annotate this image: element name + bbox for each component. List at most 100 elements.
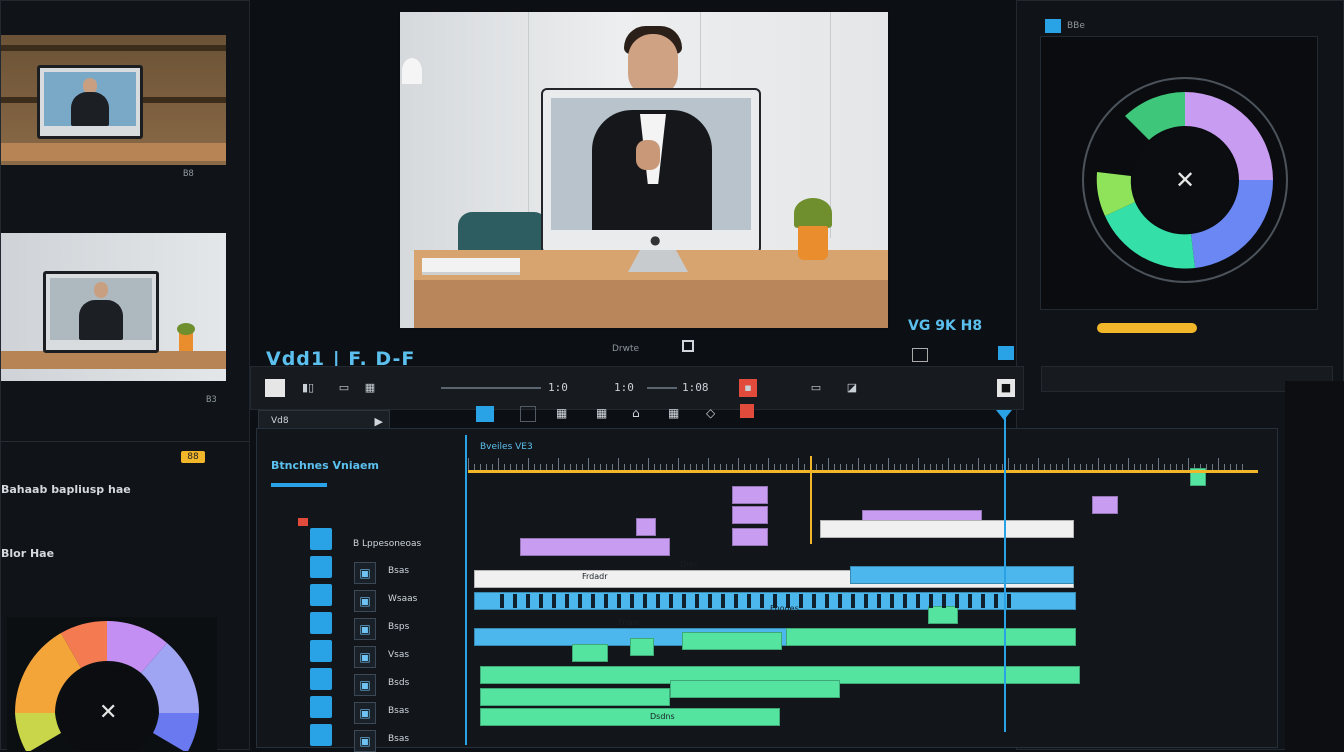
timeline-clip[interactable] bbox=[670, 680, 840, 698]
person-head bbox=[628, 34, 678, 96]
ruler-tick bbox=[1188, 458, 1189, 470]
timeline-ruler[interactable]: Bveiles VE3 bbox=[468, 440, 1258, 471]
timeline-clip[interactable] bbox=[480, 688, 670, 706]
plant-pot bbox=[798, 226, 828, 260]
timeline-clip[interactable] bbox=[732, 506, 768, 524]
transport-toolbar: ▮▯ ▭ ▦ 1:0 1:0 1:08 ▪ ▭ ◪ ■ bbox=[250, 366, 1024, 410]
timeline-clip[interactable] bbox=[732, 528, 768, 546]
track-icon[interactable]: ▣ bbox=[354, 674, 376, 696]
ruler-tick bbox=[588, 458, 589, 470]
toolbar-icon[interactable] bbox=[998, 346, 1014, 360]
left-row-label: Bahaab bapliusp hae bbox=[1, 483, 131, 496]
toolbar-button[interactable]: ▭ bbox=[807, 379, 825, 397]
toolbar-button[interactable]: ◪ bbox=[843, 379, 861, 397]
ruler-tick bbox=[948, 458, 949, 470]
toolbar-toggle-button[interactable] bbox=[265, 379, 285, 397]
toolbar-icon[interactable]: ⌂ bbox=[632, 406, 640, 420]
scrub-slider[interactable] bbox=[441, 387, 541, 389]
timeline-panel-title: Btnchnes Vniaem bbox=[271, 459, 379, 472]
clip-frame-marker bbox=[851, 594, 855, 608]
timeline-clip[interactable] bbox=[786, 628, 1076, 646]
timeline-clip[interactable] bbox=[928, 606, 958, 624]
track-icon[interactable]: ▣ bbox=[354, 562, 376, 584]
clip-frame-marker bbox=[903, 594, 907, 608]
scope-toggle-icon[interactable] bbox=[1045, 19, 1061, 33]
timeline-clip[interactable] bbox=[850, 566, 1074, 584]
playhead-handle[interactable] bbox=[996, 410, 1012, 420]
toolbar-icon[interactable] bbox=[520, 406, 536, 422]
toolbar-button[interactable]: ▭ bbox=[335, 379, 353, 397]
ruler-tick bbox=[678, 458, 679, 470]
close-icon[interactable]: ✕ bbox=[99, 700, 117, 725]
color-wheel-left[interactable]: ✕ bbox=[7, 617, 217, 751]
timeline-clip[interactable] bbox=[820, 520, 1074, 538]
ruler-tick bbox=[768, 458, 769, 470]
left-row-label: Blor Hae bbox=[1, 547, 55, 560]
timeline-clip[interactable] bbox=[682, 632, 782, 650]
timeline-clip[interactable] bbox=[572, 644, 608, 662]
clip-label: Dsdns bbox=[650, 712, 675, 721]
ruler-tick bbox=[1068, 458, 1069, 470]
scrub-slider[interactable] bbox=[647, 387, 677, 389]
timeline-clip[interactable] bbox=[480, 708, 780, 726]
ruler-tick bbox=[1128, 458, 1129, 470]
ruler-tick bbox=[648, 458, 649, 470]
record-button[interactable]: ▪ bbox=[739, 379, 757, 397]
camera-icon[interactable] bbox=[682, 340, 694, 352]
timeline-clip[interactable] bbox=[520, 538, 670, 556]
ruler-tick bbox=[1038, 458, 1039, 470]
ruler-tick bbox=[888, 458, 889, 470]
playhead-marker[interactable] bbox=[810, 456, 812, 544]
track-record-indicator[interactable] bbox=[298, 518, 308, 526]
track-enable-button[interactable] bbox=[310, 724, 332, 746]
exposure-slider[interactable] bbox=[1097, 323, 1197, 333]
timeline-clip[interactable] bbox=[732, 486, 768, 504]
track-enable-button[interactable] bbox=[310, 528, 332, 550]
snap-toggle-icon[interactable] bbox=[476, 406, 494, 422]
toolbar-icon[interactable] bbox=[912, 348, 928, 362]
timeline-clip[interactable] bbox=[630, 638, 654, 656]
clip-frame-marker bbox=[929, 594, 933, 608]
clip-frame-marker bbox=[721, 594, 725, 608]
wall-panel-line bbox=[528, 12, 529, 238]
clip-frame-marker bbox=[968, 594, 972, 608]
toolbar-icon[interactable]: ▦ bbox=[596, 406, 607, 420]
media-thumbnail-2[interactable] bbox=[1, 233, 226, 381]
track-icon[interactable]: ▣ bbox=[354, 702, 376, 724]
track-enable-button[interactable] bbox=[310, 640, 332, 662]
timeline-clip[interactable] bbox=[636, 518, 656, 536]
stop-icon[interactable]: ■ bbox=[997, 379, 1015, 397]
play-icon[interactable]: ▶ bbox=[375, 415, 383, 428]
track-icon[interactable]: ▣ bbox=[354, 646, 376, 668]
toolbar-icon[interactable]: ▦ bbox=[556, 406, 567, 420]
toolbar-button[interactable]: ▦ bbox=[361, 379, 379, 397]
toolbar-button[interactable]: ▮▯ bbox=[299, 379, 317, 397]
track-enable-button[interactable] bbox=[310, 584, 332, 606]
toolbar-icon[interactable]: ◇ bbox=[706, 406, 715, 420]
toolbar-icon[interactable] bbox=[740, 404, 754, 418]
timeline-clip[interactable] bbox=[1092, 496, 1118, 514]
program-viewer[interactable]: ● bbox=[398, 10, 890, 330]
timecode-b: 1:0 bbox=[614, 381, 634, 394]
playhead[interactable] bbox=[1004, 414, 1006, 732]
media-thumbnail-1[interactable] bbox=[1, 35, 226, 165]
clip-frame-marker bbox=[591, 594, 595, 608]
clip-frame-marker bbox=[825, 594, 829, 608]
timecode-c: 1:08 bbox=[682, 381, 709, 394]
clip-frame-marker bbox=[799, 594, 803, 608]
track-enable-button[interactable] bbox=[310, 612, 332, 634]
in-out-range-bar[interactable] bbox=[468, 470, 1258, 473]
track-icon[interactable]: ▣ bbox=[354, 590, 376, 612]
toolbar-icon[interactable]: ▦ bbox=[668, 406, 679, 420]
ruler-tick bbox=[1158, 458, 1159, 470]
track-enable-button[interactable] bbox=[310, 556, 332, 578]
thumb-monitor bbox=[43, 271, 159, 353]
track-icon[interactable]: ▣ bbox=[354, 730, 376, 752]
ruler-tick bbox=[1008, 458, 1009, 470]
track-enable-button[interactable] bbox=[310, 696, 332, 718]
vectorscope-wheel[interactable]: ✕ bbox=[1080, 70, 1290, 300]
track-enable-button[interactable] bbox=[310, 668, 332, 690]
clip-label: Dres bbox=[680, 560, 699, 569]
track-icon[interactable]: ▣ bbox=[354, 618, 376, 640]
close-icon[interactable]: ✕ bbox=[1175, 166, 1195, 194]
